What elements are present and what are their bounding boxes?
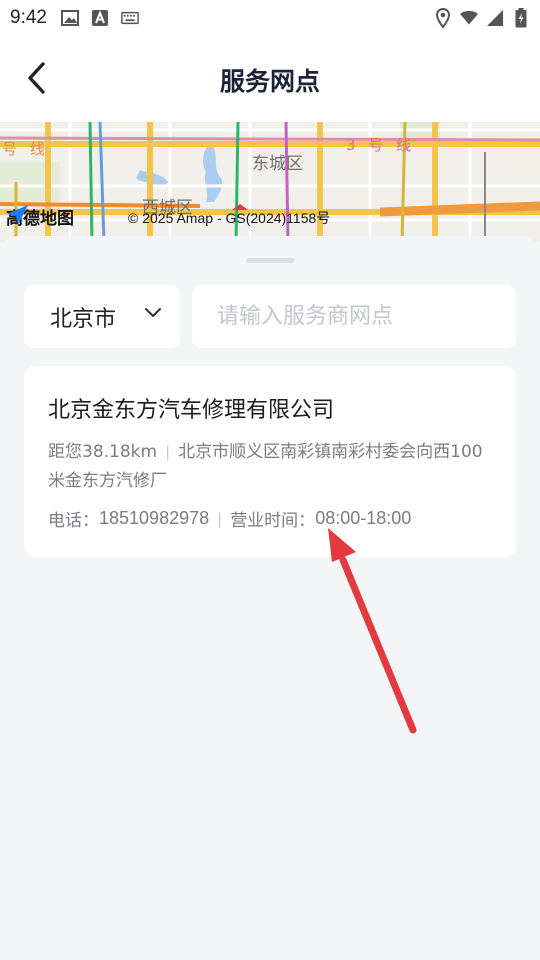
map-district-label: 东城区 [252,154,303,174]
divider: | [217,509,223,528]
divider: | [165,443,171,461]
cellular-signal-icon [486,9,504,27]
service-point-contact: 电话： 18510982978 | 营业时间： 08:00-18:00 [48,506,492,531]
search-box [192,285,516,348]
location-icon [434,8,452,28]
status-bar: 9:42 [0,0,540,36]
phone-label: 电话： [48,511,99,531]
map-view[interactable]: 东城区 西城区 号 线 3 号 线 高德地图 © 2025 Amap - GS(… [0,122,540,242]
map-subway-label: 号 线 [2,140,49,158]
text-notification-icon [91,9,109,27]
map-copyright: © 2025 Amap - GS(2024)1158号 [128,210,331,226]
search-input[interactable] [192,285,516,348]
gallery-notification-icon [60,9,79,27]
results-sheet: 北京市 北京金东方汽车修理有限公司 距您38.18km|北京市顺义区南彩镇南彩村… [0,236,540,960]
service-point-location: 距您38.18km | 北京市顺义区南彩镇南彩村委会向西100米金东方汽修厂 [48,438,492,496]
status-notification-icons [60,9,139,27]
keyboard-notification-icon [121,9,139,27]
service-point-distance: 距您38.18km [48,442,158,462]
chevron-down-icon [145,308,161,317]
city-dropdown[interactable]: 北京市 [24,285,180,348]
business-hours-label: 营业时间： [230,511,316,531]
city-dropdown-value: 北京市 [50,306,117,332]
header: 服务网点 [0,36,540,122]
wifi-icon [460,9,478,27]
map-subway-label: 3 号 线 [346,136,416,154]
service-point-name: 北京金东方汽车修理有限公司 [48,398,335,423]
status-time: 9:42 [10,7,47,28]
phone-number[interactable]: 18510982978 [99,508,209,529]
status-system-icons [434,8,530,28]
page-title: 服务网点 [219,67,320,96]
battery-charging-icon [512,8,530,28]
amap-arrow-icon [7,205,28,225]
business-hours: 08:00-18:00 [315,508,412,528]
amap-logo: 高德地图 [6,204,74,229]
service-point-card[interactable]: 北京金东方汽车修理有限公司 距您38.18km | 北京市顺义区南彩镇南彩村委会向西… [24,366,516,557]
drag-handle[interactable] [246,258,294,263]
